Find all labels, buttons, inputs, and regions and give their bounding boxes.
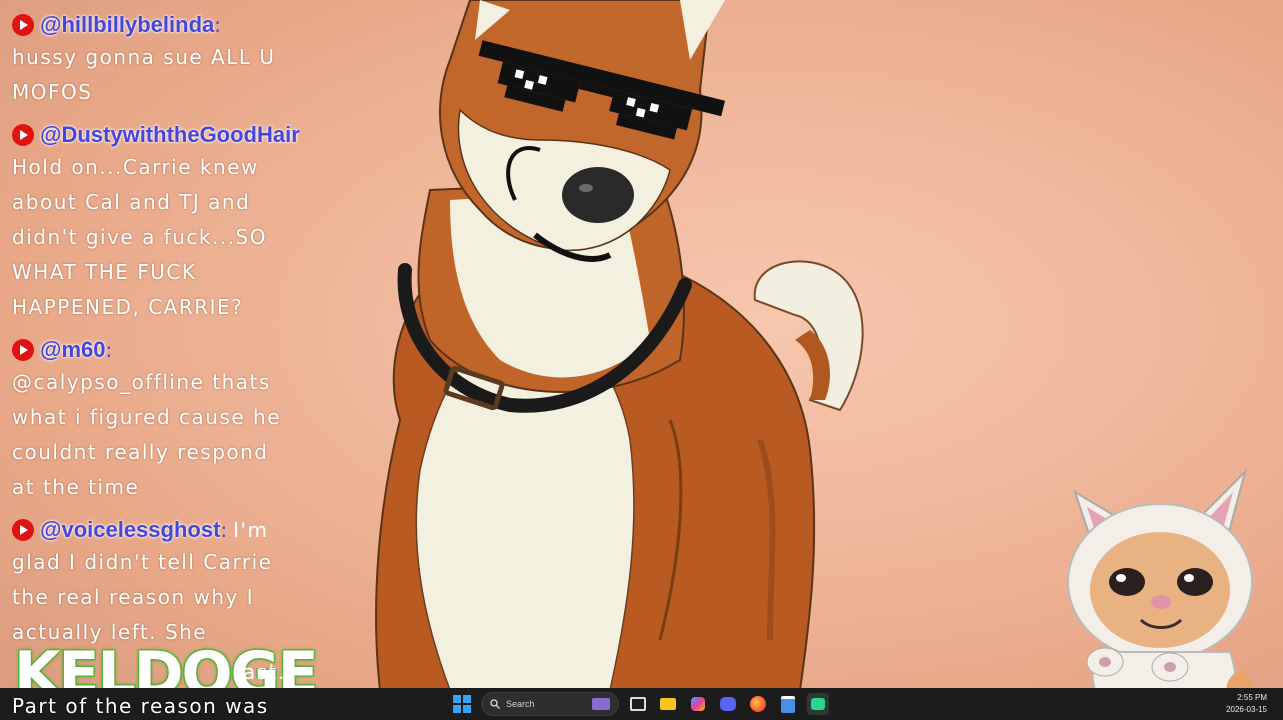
- mascot-avatar: [1067, 468, 1254, 720]
- taskbar-apps: Search: [451, 688, 829, 720]
- live-chat-overlay: @hillbillybelinda: hussy gonna sue ALL U…: [0, 0, 300, 720]
- app-icon[interactable]: [777, 693, 799, 715]
- copilot-icon[interactable]: [687, 693, 709, 715]
- chat-message: @DustywiththeGoodHair: Hold on...Carrie …: [12, 120, 300, 325]
- discord-icon[interactable]: [717, 693, 739, 715]
- chat-text-inline: I'm: [233, 518, 269, 542]
- clock-time: 2:55 PM: [1237, 693, 1267, 702]
- chat-message: @m60: @calypso_offline thats what i figu…: [12, 335, 300, 505]
- author-colon: :: [220, 518, 228, 542]
- youtube-icon: [12, 124, 34, 146]
- chat-message: @hillbillybelinda: hussy gonna sue ALL U…: [12, 10, 300, 110]
- terminal-icon[interactable]: [807, 693, 829, 715]
- dog-artwork: [375, 0, 864, 690]
- search-icon: [490, 699, 500, 709]
- search-highlight-icon: [592, 698, 610, 710]
- author-colon: :: [105, 338, 113, 362]
- system-clock[interactable]: 2:55 PM 2026-03-15: [1226, 692, 1267, 716]
- chat-text: Hold on...Carrie knew about Cal and TJ a…: [12, 155, 267, 319]
- chat-text-partial: ast.: [243, 660, 286, 684]
- file-explorer-icon[interactable]: [657, 693, 679, 715]
- author-colon: :: [214, 13, 221, 37]
- windows-start-icon[interactable]: [451, 693, 473, 715]
- firefox-icon[interactable]: [747, 693, 769, 715]
- chat-text: hussy gonna sue ALL U MOFOS: [12, 45, 276, 104]
- youtube-icon: [12, 14, 34, 36]
- chat-text-overflow: Part of the reason was: [12, 694, 269, 718]
- youtube-icon: [12, 519, 34, 541]
- chat-message: @voicelessghost: I'm glad I didn't tell …: [12, 515, 300, 650]
- taskbar-search[interactable]: Search: [481, 692, 619, 716]
- chat-author: @DustywiththeGoodHair: [40, 122, 300, 147]
- chat-text: glad I didn't tell Carrie the real reaso…: [12, 550, 273, 644]
- clock-date: 2026-03-15: [1226, 705, 1267, 714]
- search-label: Search: [506, 699, 535, 709]
- chat-author: @hillbillybelinda: [40, 12, 215, 37]
- chat-author: @voicelessghost: [40, 517, 221, 542]
- youtube-icon: [12, 339, 34, 361]
- chat-author: @m60: [40, 337, 106, 362]
- chat-text: @calypso_offline thats what i figured ca…: [12, 370, 282, 499]
- task-view-icon[interactable]: [627, 693, 649, 715]
